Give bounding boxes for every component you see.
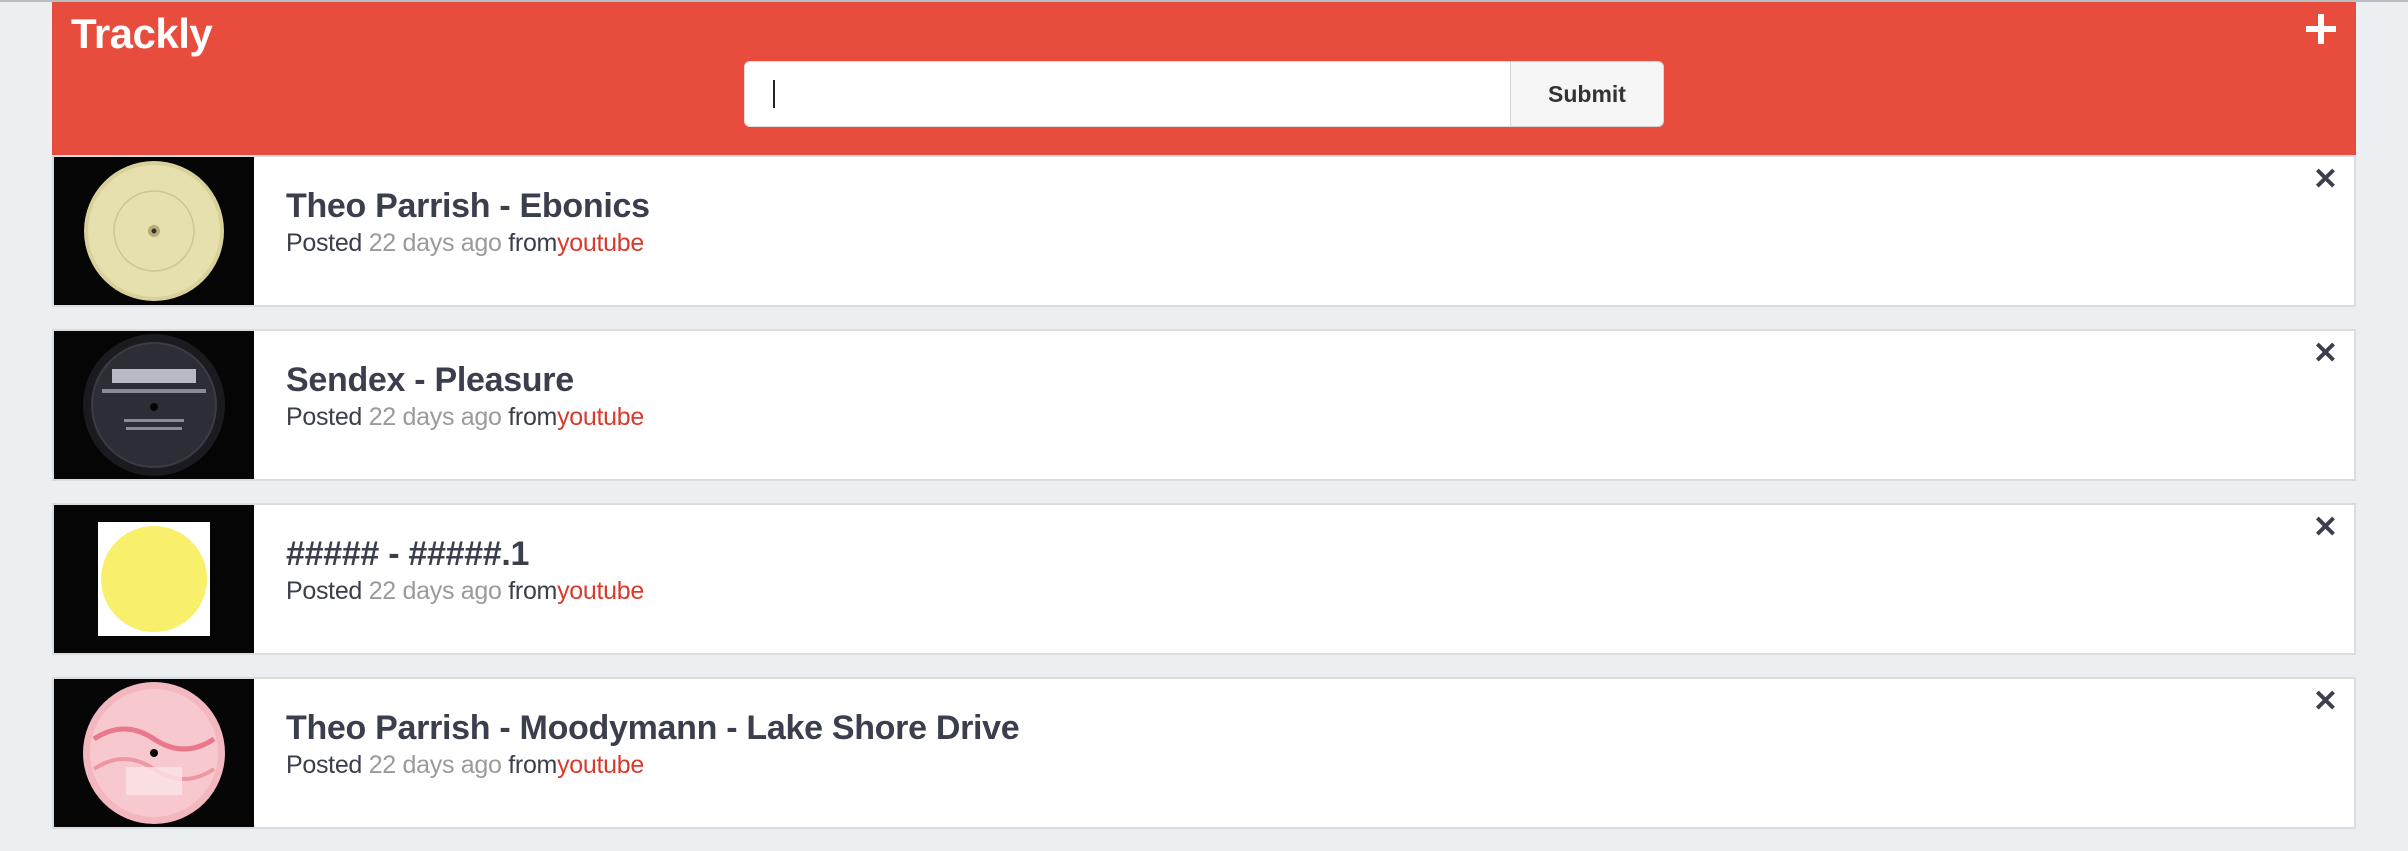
posted-label: Posted	[286, 229, 363, 257]
track-info: ##### - #####.1 Posted 22 days ago fromy…	[286, 533, 644, 607]
track-title[interactable]: Sendex - Pleasure	[286, 359, 644, 401]
track-meta: Posted 22 days ago fromyoutube	[286, 401, 644, 433]
from-label: from	[508, 577, 558, 605]
track-title[interactable]: ##### - #####.1	[286, 533, 644, 575]
submit-button[interactable]: Submit	[1510, 61, 1664, 127]
album-art-thumbnail[interactable]	[54, 331, 254, 479]
app-title: Trackly	[71, 10, 213, 57]
from-label: from	[508, 751, 558, 779]
search-form: Submit	[744, 61, 1664, 127]
plus-icon[interactable]	[2306, 14, 2336, 44]
close-icon[interactable]: ✕	[2313, 339, 2338, 369]
posted-time: 22 days ago	[368, 751, 502, 779]
close-icon[interactable]: ✕	[2313, 687, 2338, 717]
track-item[interactable]: Theo Parrish - Moodymann - Lake Shore Dr…	[52, 677, 2356, 829]
source-link[interactable]: youtube	[557, 403, 644, 431]
posted-time: 22 days ago	[368, 229, 502, 257]
text-cursor	[773, 80, 775, 108]
track-meta: Posted 22 days ago fromyoutube	[286, 749, 1019, 781]
posted-time: 22 days ago	[368, 403, 502, 431]
track-meta: Posted 22 days ago fromyoutube	[286, 575, 644, 607]
source-link[interactable]: youtube	[557, 577, 644, 605]
track-item[interactable]: ##### - #####.1 Posted 22 days ago fromy…	[52, 503, 2356, 655]
track-item[interactable]: Theo Parrish - Ebonics Posted 22 days ag…	[52, 155, 2356, 307]
close-icon[interactable]: ✕	[2313, 513, 2338, 543]
posted-label: Posted	[286, 403, 363, 431]
posted-label: Posted	[286, 577, 363, 605]
track-title[interactable]: Theo Parrish - Ebonics	[286, 185, 650, 227]
track-meta: Posted 22 days ago fromyoutube	[286, 227, 650, 259]
album-art-thumbnail[interactable]	[54, 679, 254, 827]
posted-label: Posted	[286, 751, 363, 779]
search-input[interactable]	[744, 61, 1510, 127]
track-item[interactable]: Sendex - Pleasure Posted 22 days ago fro…	[52, 329, 2356, 481]
posted-time: 22 days ago	[368, 577, 502, 605]
close-icon[interactable]: ✕	[2313, 165, 2338, 195]
source-link[interactable]: youtube	[557, 751, 644, 779]
header-bar: Trackly Submit	[52, 2, 2356, 157]
track-info: Theo Parrish - Moodymann - Lake Shore Dr…	[286, 707, 1020, 781]
track-list: Theo Parrish - Ebonics Posted 22 days ag…	[52, 155, 2356, 851]
source-link[interactable]: youtube	[557, 229, 644, 257]
album-art-thumbnail[interactable]	[54, 505, 254, 653]
track-info: Sendex - Pleasure Posted 22 days ago fro…	[286, 359, 644, 433]
album-art-thumbnail[interactable]	[54, 157, 254, 305]
track-info: Theo Parrish - Ebonics Posted 22 days ag…	[286, 185, 650, 259]
from-label: from	[508, 229, 558, 257]
from-label: from	[508, 403, 558, 431]
app-container: Trackly Submit Theo Parrish - Ebonics Po…	[52, 2, 2356, 829]
track-title[interactable]: Theo Parrish - Moodymann - Lake Shore Dr…	[286, 707, 1020, 749]
